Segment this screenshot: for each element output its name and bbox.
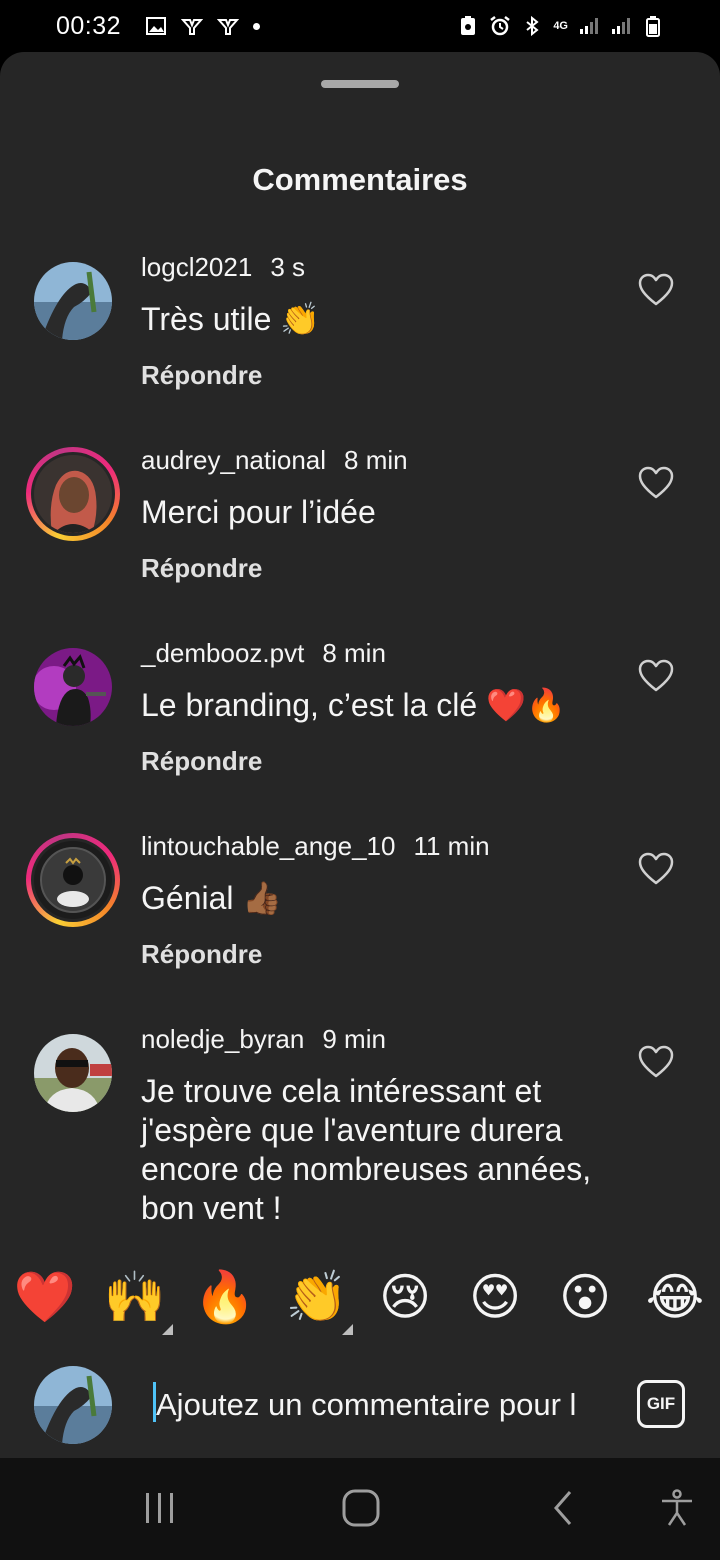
comment-text: Génial 👍🏾 xyxy=(141,880,283,916)
accessibility-icon[interactable] xyxy=(657,1488,697,1528)
avatar xyxy=(34,841,112,919)
comment-item: logcl2021 3 s Très utile 👏 Répondre xyxy=(0,252,720,442)
reaction-crying[interactable]: 😢 xyxy=(370,1262,440,1332)
comment-composer: Ajoutez un commentaire pour l GIF xyxy=(0,1356,720,1458)
comment-header: logcl2021 3 s xyxy=(141,252,305,283)
heart-outline-icon[interactable] xyxy=(637,272,675,308)
reply-button[interactable]: Répondre xyxy=(141,746,262,777)
data-saver-icon xyxy=(461,16,476,35)
comment-time: 8 min xyxy=(322,638,386,668)
reaction-heart[interactable]: ❤️ xyxy=(10,1262,80,1332)
comment-text: Le branding, c’est la clé ❤️🔥 xyxy=(141,687,566,723)
comment-text: Merci pour l’idée xyxy=(141,494,376,530)
comment-item: audrey_national 8 min Merci pour l’idée R… xyxy=(0,445,720,635)
skin-tone-indicator xyxy=(342,1324,353,1335)
reply-button[interactable]: Répondre xyxy=(141,360,262,391)
heart-outline-icon[interactable] xyxy=(637,658,675,694)
reaction-laughing[interactable]: 😂 xyxy=(640,1262,710,1332)
more-notifications-dot xyxy=(253,22,261,30)
reply-button[interactable]: Répondre xyxy=(141,939,262,970)
status-time: 00:32 xyxy=(56,11,122,40)
signal-icon xyxy=(580,18,598,34)
status-bar: 00:32 4G xyxy=(0,0,720,52)
comment-username[interactable]: noledje_byran xyxy=(141,1024,304,1054)
back-icon[interactable] xyxy=(544,1488,584,1528)
comment-time: 3 s xyxy=(270,252,305,282)
recent-apps-icon[interactable] xyxy=(140,1488,180,1528)
reaction-raised-hands[interactable]: 🙌 xyxy=(100,1262,170,1332)
comment-time: 8 min xyxy=(344,445,408,475)
comment-username[interactable]: logcl2021 xyxy=(141,252,252,282)
alarm-icon xyxy=(490,16,511,36)
bluetooth-icon xyxy=(526,15,539,37)
my-avatar xyxy=(34,1366,112,1444)
avatar-story-ring[interactable] xyxy=(26,447,120,541)
reply-button[interactable]: Répondre xyxy=(141,553,262,584)
system-nav-bar xyxy=(0,1458,720,1560)
home-icon[interactable] xyxy=(341,1488,381,1528)
gif-button[interactable]: GIF xyxy=(637,1380,685,1428)
y-notification-icon-2 xyxy=(217,19,240,35)
comment-time: 11 min xyxy=(413,831,490,861)
comment-header: noledje_byran 9 min xyxy=(141,1024,386,1055)
drag-handle[interactable] xyxy=(321,80,399,88)
network-type: 4G xyxy=(553,20,568,32)
text-cursor xyxy=(153,1382,156,1422)
heart-outline-icon[interactable] xyxy=(637,851,675,887)
battery-icon xyxy=(646,16,660,37)
comment-username[interactable]: audrey_national xyxy=(141,445,326,475)
comment-time: 9 min xyxy=(322,1024,386,1054)
comment-header: _dembooz.pvt 8 min xyxy=(141,638,386,669)
comment-input[interactable]: Ajoutez un commentaire pour l xyxy=(152,1382,600,1428)
heart-outline-icon[interactable] xyxy=(637,1044,675,1080)
gallery-icon xyxy=(146,17,167,35)
comment-username[interactable]: _dembooz.pvt xyxy=(141,638,304,668)
reaction-fire[interactable]: 🔥 xyxy=(190,1262,260,1332)
avatar[interactable] xyxy=(34,648,112,726)
avatar[interactable] xyxy=(34,262,112,340)
comment-item: noledje_byran 9 min Je trouve cela intére… xyxy=(0,1024,720,1254)
reaction-surprised[interactable]: 😮 xyxy=(550,1262,620,1332)
heart-outline-icon[interactable] xyxy=(637,465,675,501)
comment-text: Très utile 👏 xyxy=(141,301,321,337)
avatar-story-ring[interactable] xyxy=(26,833,120,927)
comment-header: lintouchable_ange_10 11 min xyxy=(141,831,490,862)
comment-item: _dembooz.pvt 8 min Le branding, c’est la … xyxy=(0,638,720,828)
avatar xyxy=(34,455,112,533)
y-notification-icon xyxy=(181,19,204,35)
comment-username[interactable]: lintouchable_ange_10 xyxy=(141,831,395,861)
quick-reaction-bar: ❤️ 🙌 🔥 👏 😢 😍 😮 😂 xyxy=(0,1262,720,1348)
comment-item: lintouchable_ange_10 11 min Génial 👍🏾 Rép… xyxy=(0,831,720,1021)
comment-header: audrey_national 8 min xyxy=(141,445,408,476)
signal-icon-2 xyxy=(612,18,630,34)
avatar[interactable] xyxy=(34,1034,112,1112)
comments-sheet: Commentaires logcl2021 3 s Très utile 👏 R… xyxy=(0,52,720,1458)
reaction-heart-eyes[interactable]: 😍 xyxy=(460,1262,530,1332)
comment-text: Je trouve cela intéressant et j'espère q… xyxy=(141,1073,592,1226)
reaction-clapping[interactable]: 👏 xyxy=(282,1262,352,1332)
sheet-title: Commentaires xyxy=(252,162,468,197)
skin-tone-indicator xyxy=(162,1324,173,1335)
